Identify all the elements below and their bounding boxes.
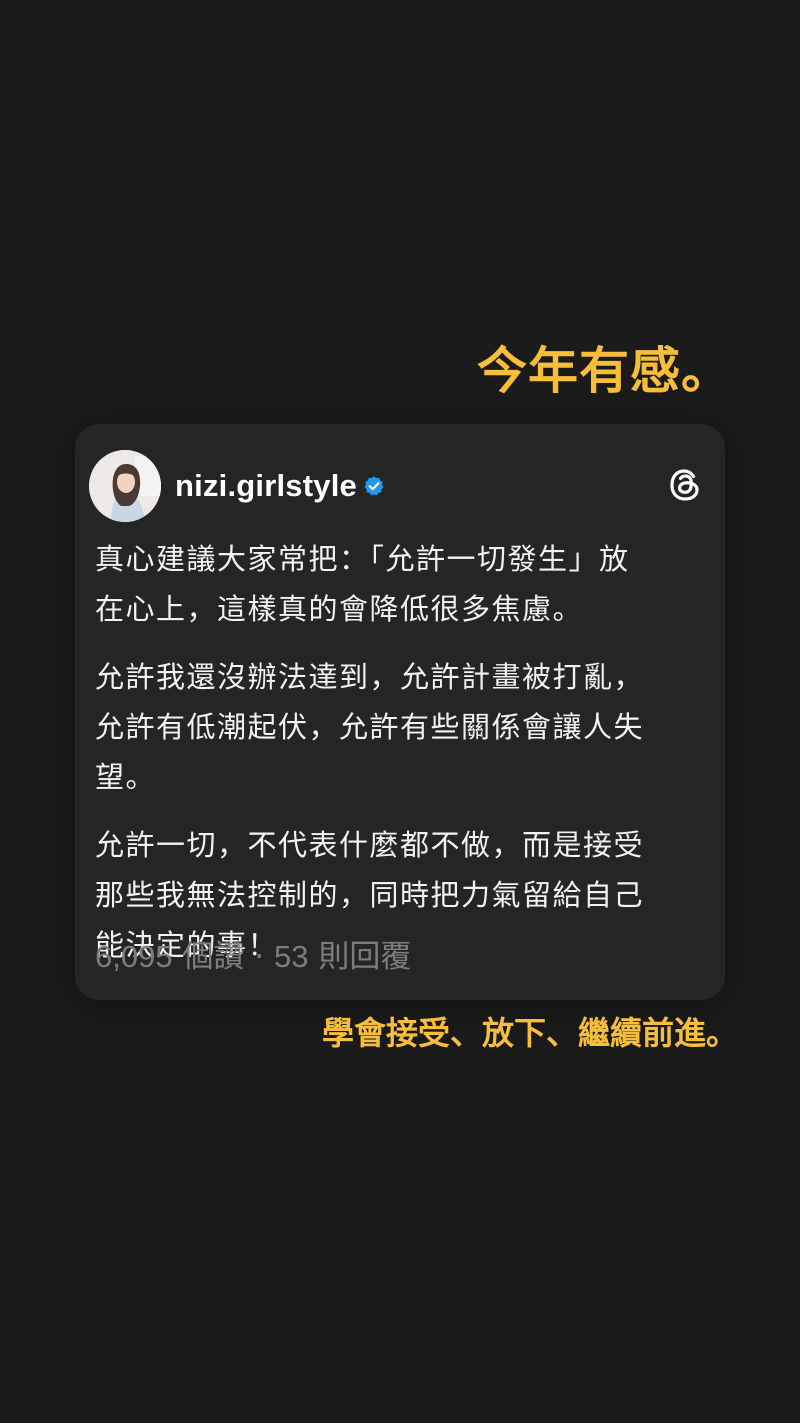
post-line: 望。 [95,760,157,794]
post-line: 在心上，這樣真的會降低很多焦慮。 [95,592,584,626]
post-paragraph-2: 允許我還沒辦法達到，允許計畫被打亂， 允許有低潮起伏，允許有些關係會讓人失 望。 [95,652,710,802]
post-line: 允許我還沒辦法達到，允許計畫被打亂， [95,660,645,694]
post-header: nizi.girlstyle [89,450,705,524]
headline: 今年有感。 [477,342,732,400]
avatar[interactable] [89,450,161,522]
caption: 學會接受、放下、繼續前進。 [321,1014,738,1052]
reply-label[interactable]: 則回覆 [318,939,411,975]
stats-separator: · [244,939,274,975]
post-paragraph-1: 真心建議大家常把：「允許一切發生」放 在心上，這樣真的會降低很多焦慮。 [95,534,710,634]
threads-logo-icon[interactable] [665,465,705,505]
verified-badge-icon [363,475,385,497]
post-stats: 6,095 個讚 · 53 則回覆 [95,932,411,982]
like-count[interactable]: 6,095 [95,939,173,974]
threads-post-card: nizi.girlstyle 真心建議大家常把：「允許一切發生」放 在心上，這樣… [75,424,725,1000]
post-body: 真心建議大家常把：「允許一切發生」放 在心上，這樣真的會降低很多焦慮。 允許我還… [95,534,710,988]
username[interactable]: nizi.girlstyle [175,468,357,504]
post-line: 允許有低潮起伏，允許有些關係會讓人失 [95,710,645,744]
post-line: 真心建議大家常把：「允許一切發生」放 [95,542,630,576]
post-line: 允許一切，不代表什麼都不做，而是接受 [95,828,645,862]
post-line: 那些我無法控制的，同時把力氣留給自己 [95,878,645,912]
username-row: nizi.girlstyle [175,468,385,504]
like-label[interactable]: 個讚 [182,939,244,975]
reply-count[interactable]: 53 [274,939,308,974]
